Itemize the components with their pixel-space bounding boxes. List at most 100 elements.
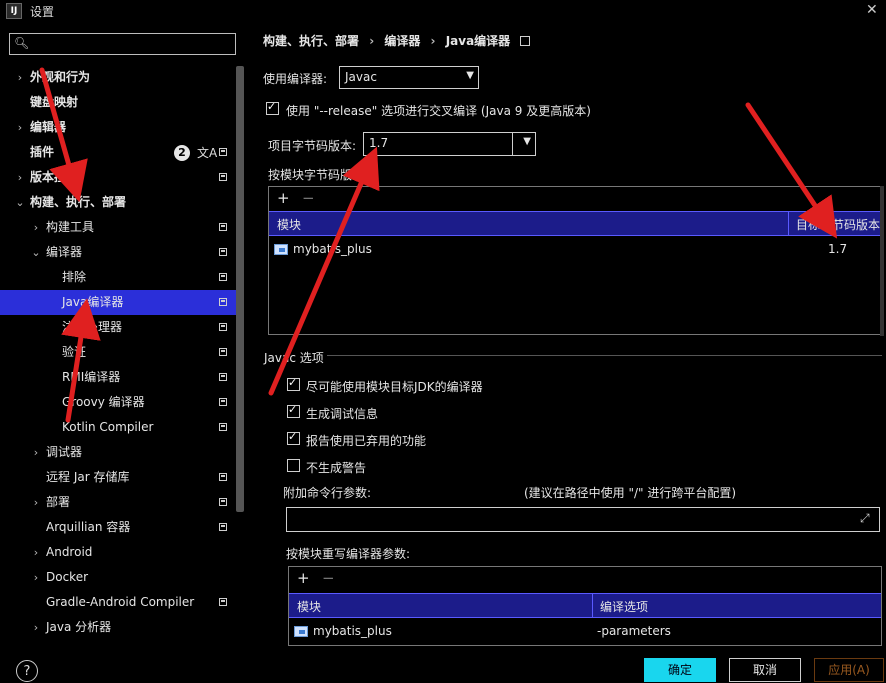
project-scope-icon — [219, 273, 227, 281]
sidebar-item[interactable]: 注解处理器 — [0, 315, 236, 340]
project-scope-icon — [219, 398, 227, 406]
javac-option-checkbox[interactable] — [287, 376, 300, 391]
breadcrumb: 构建、执行、部署 › 编译器 › Java编译器 — [263, 32, 536, 49]
javac-option-label: 生成调试信息 — [306, 407, 379, 421]
compiler-select[interactable]: Javac ▼ — [339, 66, 479, 89]
content-scrollbar[interactable] — [880, 186, 884, 336]
bytecode-version-select[interactable]: 1.7 ▼ — [363, 132, 536, 156]
sidebar-item-label: 编辑器 — [30, 120, 67, 134]
sidebar-item-label: 注解处理器 — [62, 320, 123, 334]
javac-option-checkbox[interactable] — [287, 459, 300, 472]
dropdown-arrow-icon: ▼ — [523, 136, 531, 147]
sidebar-item-label: Java 分析器 — [46, 620, 112, 634]
sidebar-item[interactable]: Java编译器 — [0, 290, 236, 315]
chevron-right-icon[interactable]: › — [30, 440, 42, 465]
table-header: 模块 目标字节码版本 — [269, 211, 881, 236]
project-scope-icon — [219, 598, 227, 606]
cancel-button[interactable]: 取消 — [729, 658, 801, 682]
sidebar-item[interactable]: RMI编译器 — [0, 365, 236, 390]
chevron-right-icon[interactable]: › — [30, 540, 42, 565]
chevron-down-icon[interactable]: ⌄ — [14, 190, 26, 215]
release-option-checkbox[interactable] — [266, 100, 279, 115]
sidebar-item-label: 调试器 — [46, 445, 83, 459]
apply-button[interactable]: 应用(A) — [814, 658, 884, 682]
sidebar-item[interactable]: › 编辑器 — [0, 115, 236, 140]
sidebar-item[interactable]: 验证 — [0, 340, 236, 365]
column-header[interactable]: 编译选项 — [600, 598, 648, 615]
sidebar-item[interactable]: › Docker — [0, 565, 236, 590]
breadcrumb-item[interactable]: 构建、执行、部署 — [263, 34, 359, 48]
ok-button[interactable]: 确定 — [644, 658, 716, 682]
javac-option-label: 报告使用已弃用的功能 — [306, 434, 427, 448]
dropdown-divider — [512, 133, 513, 155]
module-folder-icon — [274, 244, 288, 255]
remove-icon[interactable]: − — [302, 189, 315, 207]
add-icon[interactable]: + — [277, 189, 290, 207]
sidebar-item[interactable]: Gradle-Android Compiler — [0, 590, 236, 615]
sidebar-item-label: 编译器 — [46, 245, 83, 259]
sidebar-item[interactable]: › 部署 — [0, 490, 236, 515]
breadcrumb-item[interactable]: 编译器 — [384, 34, 420, 48]
chevron-right-icon[interactable]: › — [30, 215, 42, 240]
project-scope-icon — [219, 248, 227, 256]
override-table: + − 模块 编译选项 mybatis_plus -parameters — [288, 566, 882, 646]
sidebar-item[interactable]: › 构建工具 — [0, 215, 236, 240]
javac-option-label: 尽可能使用模块目标JDK的编译器 — [306, 380, 483, 394]
chevron-right-icon[interactable]: › — [30, 615, 42, 640]
project-scope-icon — [219, 298, 227, 306]
column-header[interactable]: 模块 — [297, 598, 321, 615]
extra-args-input[interactable]: ⤢ — [286, 507, 880, 532]
sidebar-item[interactable]: 远程 Jar 存储库 — [0, 465, 236, 490]
dropdown-arrow-icon: ▼ — [466, 70, 474, 81]
sidebar-item-label: 排除 — [62, 270, 87, 284]
sidebar-item[interactable]: Arquillian 容器 — [0, 515, 236, 540]
close-icon[interactable]: ✕ — [866, 2, 878, 18]
project-scope-icon — [219, 223, 227, 231]
table-row[interactable]: mybatis_plus -parameters — [289, 620, 881, 642]
bytecode-version-value: 1.7 — [369, 136, 389, 150]
column-divider[interactable] — [592, 594, 593, 617]
sidebar-item[interactable]: › 版本控制 — [0, 165, 236, 190]
remove-icon[interactable]: − — [322, 569, 335, 587]
chevron-right-icon[interactable]: › — [30, 565, 42, 590]
column-header[interactable]: 模块 — [277, 216, 301, 233]
sidebar-item-label: 键盘映射 — [30, 95, 79, 109]
sidebar-item-label: 构建工具 — [46, 220, 95, 234]
column-divider[interactable] — [788, 212, 789, 235]
table-row[interactable]: mybatis_plus 1.7 — [269, 238, 881, 260]
chevron-right-icon[interactable]: › — [14, 65, 26, 90]
project-scope-icon — [219, 323, 227, 331]
section-divider — [327, 355, 882, 356]
help-button[interactable]: ? — [16, 660, 38, 682]
chevron-right-icon[interactable]: › — [14, 115, 26, 140]
sidebar-item[interactable]: › 外观和行为 — [0, 65, 236, 90]
chevron-right-icon[interactable]: › — [30, 490, 42, 515]
project-scope-icon — [219, 423, 227, 431]
sidebar-item[interactable]: › 调试器 — [0, 440, 236, 465]
chevron-down-icon[interactable]: ⌄ — [30, 240, 42, 265]
sidebar-item-label: 插件 — [30, 145, 55, 159]
javac-option-checkbox[interactable] — [287, 430, 300, 445]
sidebar-item[interactable]: Groovy 编译器 — [0, 390, 236, 415]
title-bar — [0, 0, 886, 22]
expand-icon[interactable]: ⤢ — [860, 511, 870, 526]
sidebar-item[interactable]: › Java 分析器 — [0, 615, 236, 640]
sidebar-item[interactable]: ⌄ 编译器 — [0, 240, 236, 265]
javac-option-checkbox[interactable] — [287, 403, 300, 418]
sidebar-item[interactable]: ⌄ 构建、执行、部署 — [0, 190, 236, 215]
window-title: 设置 — [30, 5, 55, 19]
sidebar-item[interactable]: 排除 — [0, 265, 236, 290]
project-scope-icon — [219, 173, 227, 181]
table-header: 模块 编译选项 — [289, 593, 881, 618]
sidebar-item[interactable]: Kotlin Compiler — [0, 415, 236, 440]
settings-search-input[interactable]: 🔍︎ — [9, 33, 236, 55]
sidebar-item-label: 构建、执行、部署 — [30, 195, 127, 209]
add-icon[interactable]: + — [297, 569, 310, 587]
column-header[interactable]: 目标字节码版本 — [796, 216, 880, 233]
sidebar-scrollbar[interactable] — [236, 66, 244, 512]
sidebar-item[interactable]: 键盘映射 — [0, 90, 236, 115]
sidebar-item-label: 外观和行为 — [30, 70, 91, 84]
sidebar-item[interactable]: › Android — [0, 540, 236, 565]
sidebar-item-label: Java编译器 — [62, 295, 124, 309]
chevron-right-icon[interactable]: › — [14, 165, 26, 190]
